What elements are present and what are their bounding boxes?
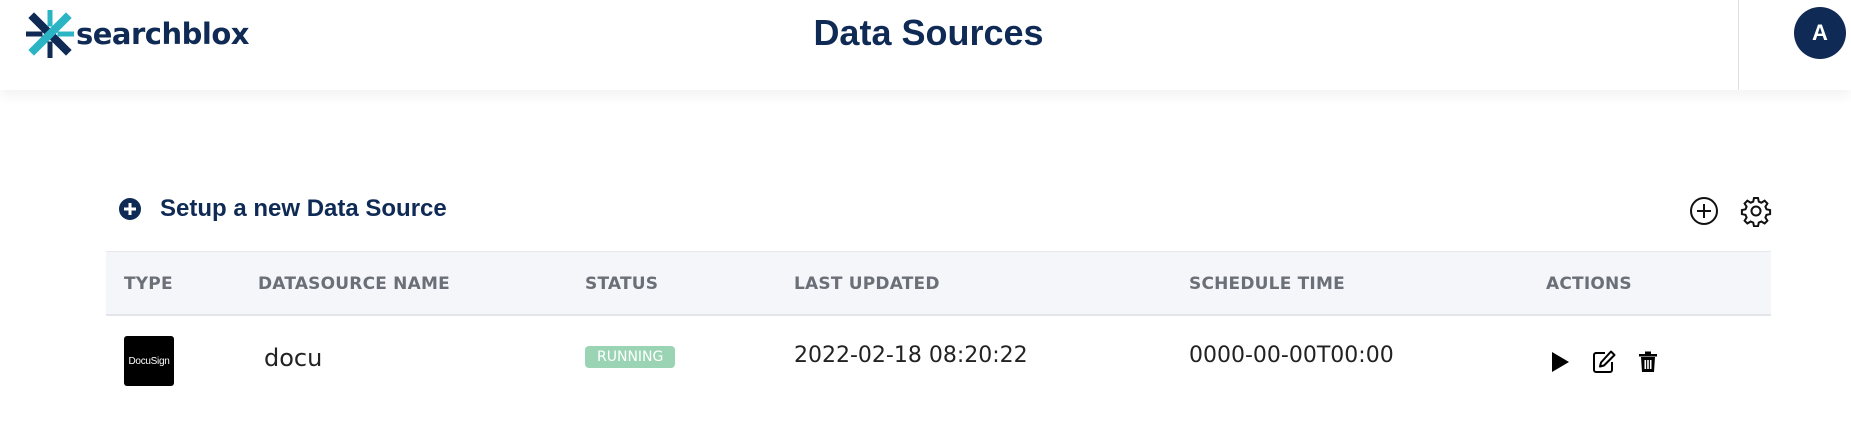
divider (1738, 0, 1739, 90)
setup-new-data-source-button[interactable]: Setup a new Data Source (118, 195, 447, 223)
trash-icon (1639, 351, 1657, 372)
row-actions (1546, 348, 1678, 376)
plus-circle-filled-icon (119, 198, 141, 220)
add-data-source-button[interactable] (1688, 195, 1720, 227)
data-sources-table: TYPE DATASOURCE NAME STATUS LAST UPDATED… (106, 251, 1771, 408)
start-button[interactable] (1546, 348, 1574, 376)
play-icon (1552, 352, 1569, 372)
top-bar: searchblox Data Sources A (0, 0, 1851, 90)
edit-icon (1593, 350, 1616, 373)
table-row: DocuSign docu RUNNING 2022-02-18 08:20:2… (106, 316, 1771, 408)
column-header-actions: ACTIONS (1546, 274, 1632, 294)
docusign-type-logo: DocuSign (124, 336, 174, 386)
plus-circle-icon (1690, 197, 1718, 225)
settings-button[interactable] (1740, 195, 1772, 227)
page-title: Data Sources (813, 12, 1044, 53)
column-header-status[interactable]: STATUS (585, 274, 658, 294)
table-header: TYPE DATASOURCE NAME STATUS LAST UPDATED… (106, 251, 1771, 316)
status-badge: RUNNING (585, 346, 676, 368)
delete-button[interactable] (1634, 348, 1662, 376)
edit-button[interactable] (1590, 348, 1618, 376)
column-header-schedule-time[interactable]: SCHEDULE TIME (1189, 274, 1345, 294)
setup-label: Setup a new Data Source (160, 195, 447, 222)
datasource-name[interactable]: docu (264, 344, 322, 372)
column-header-last-updated[interactable]: LAST UPDATED (794, 274, 940, 294)
column-header-name[interactable]: DATASOURCE NAME (258, 274, 450, 294)
gear-icon (1740, 197, 1772, 227)
last-updated-value: 2022-02-18 08:20:22 (794, 343, 1028, 368)
schedule-time-value: 0000-00-00T00:00 (1189, 343, 1394, 368)
column-header-type[interactable]: TYPE (124, 274, 173, 294)
avatar[interactable]: A (1794, 7, 1846, 59)
